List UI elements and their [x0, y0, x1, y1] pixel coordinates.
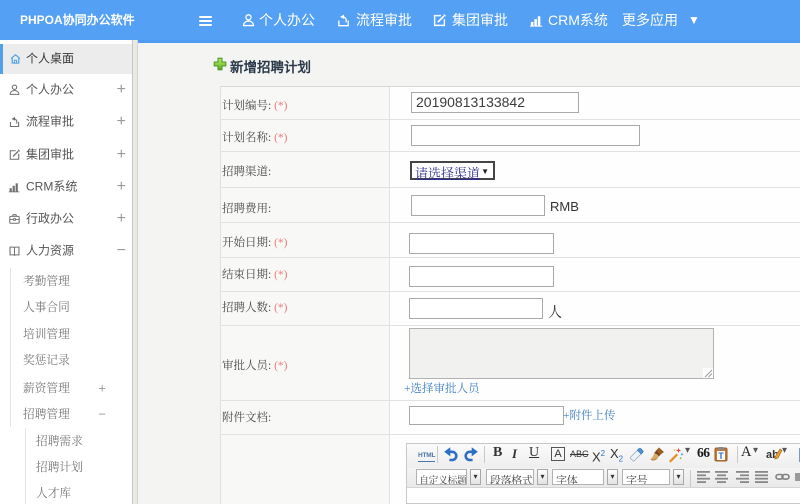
svg-text:T: T [718, 451, 724, 461]
